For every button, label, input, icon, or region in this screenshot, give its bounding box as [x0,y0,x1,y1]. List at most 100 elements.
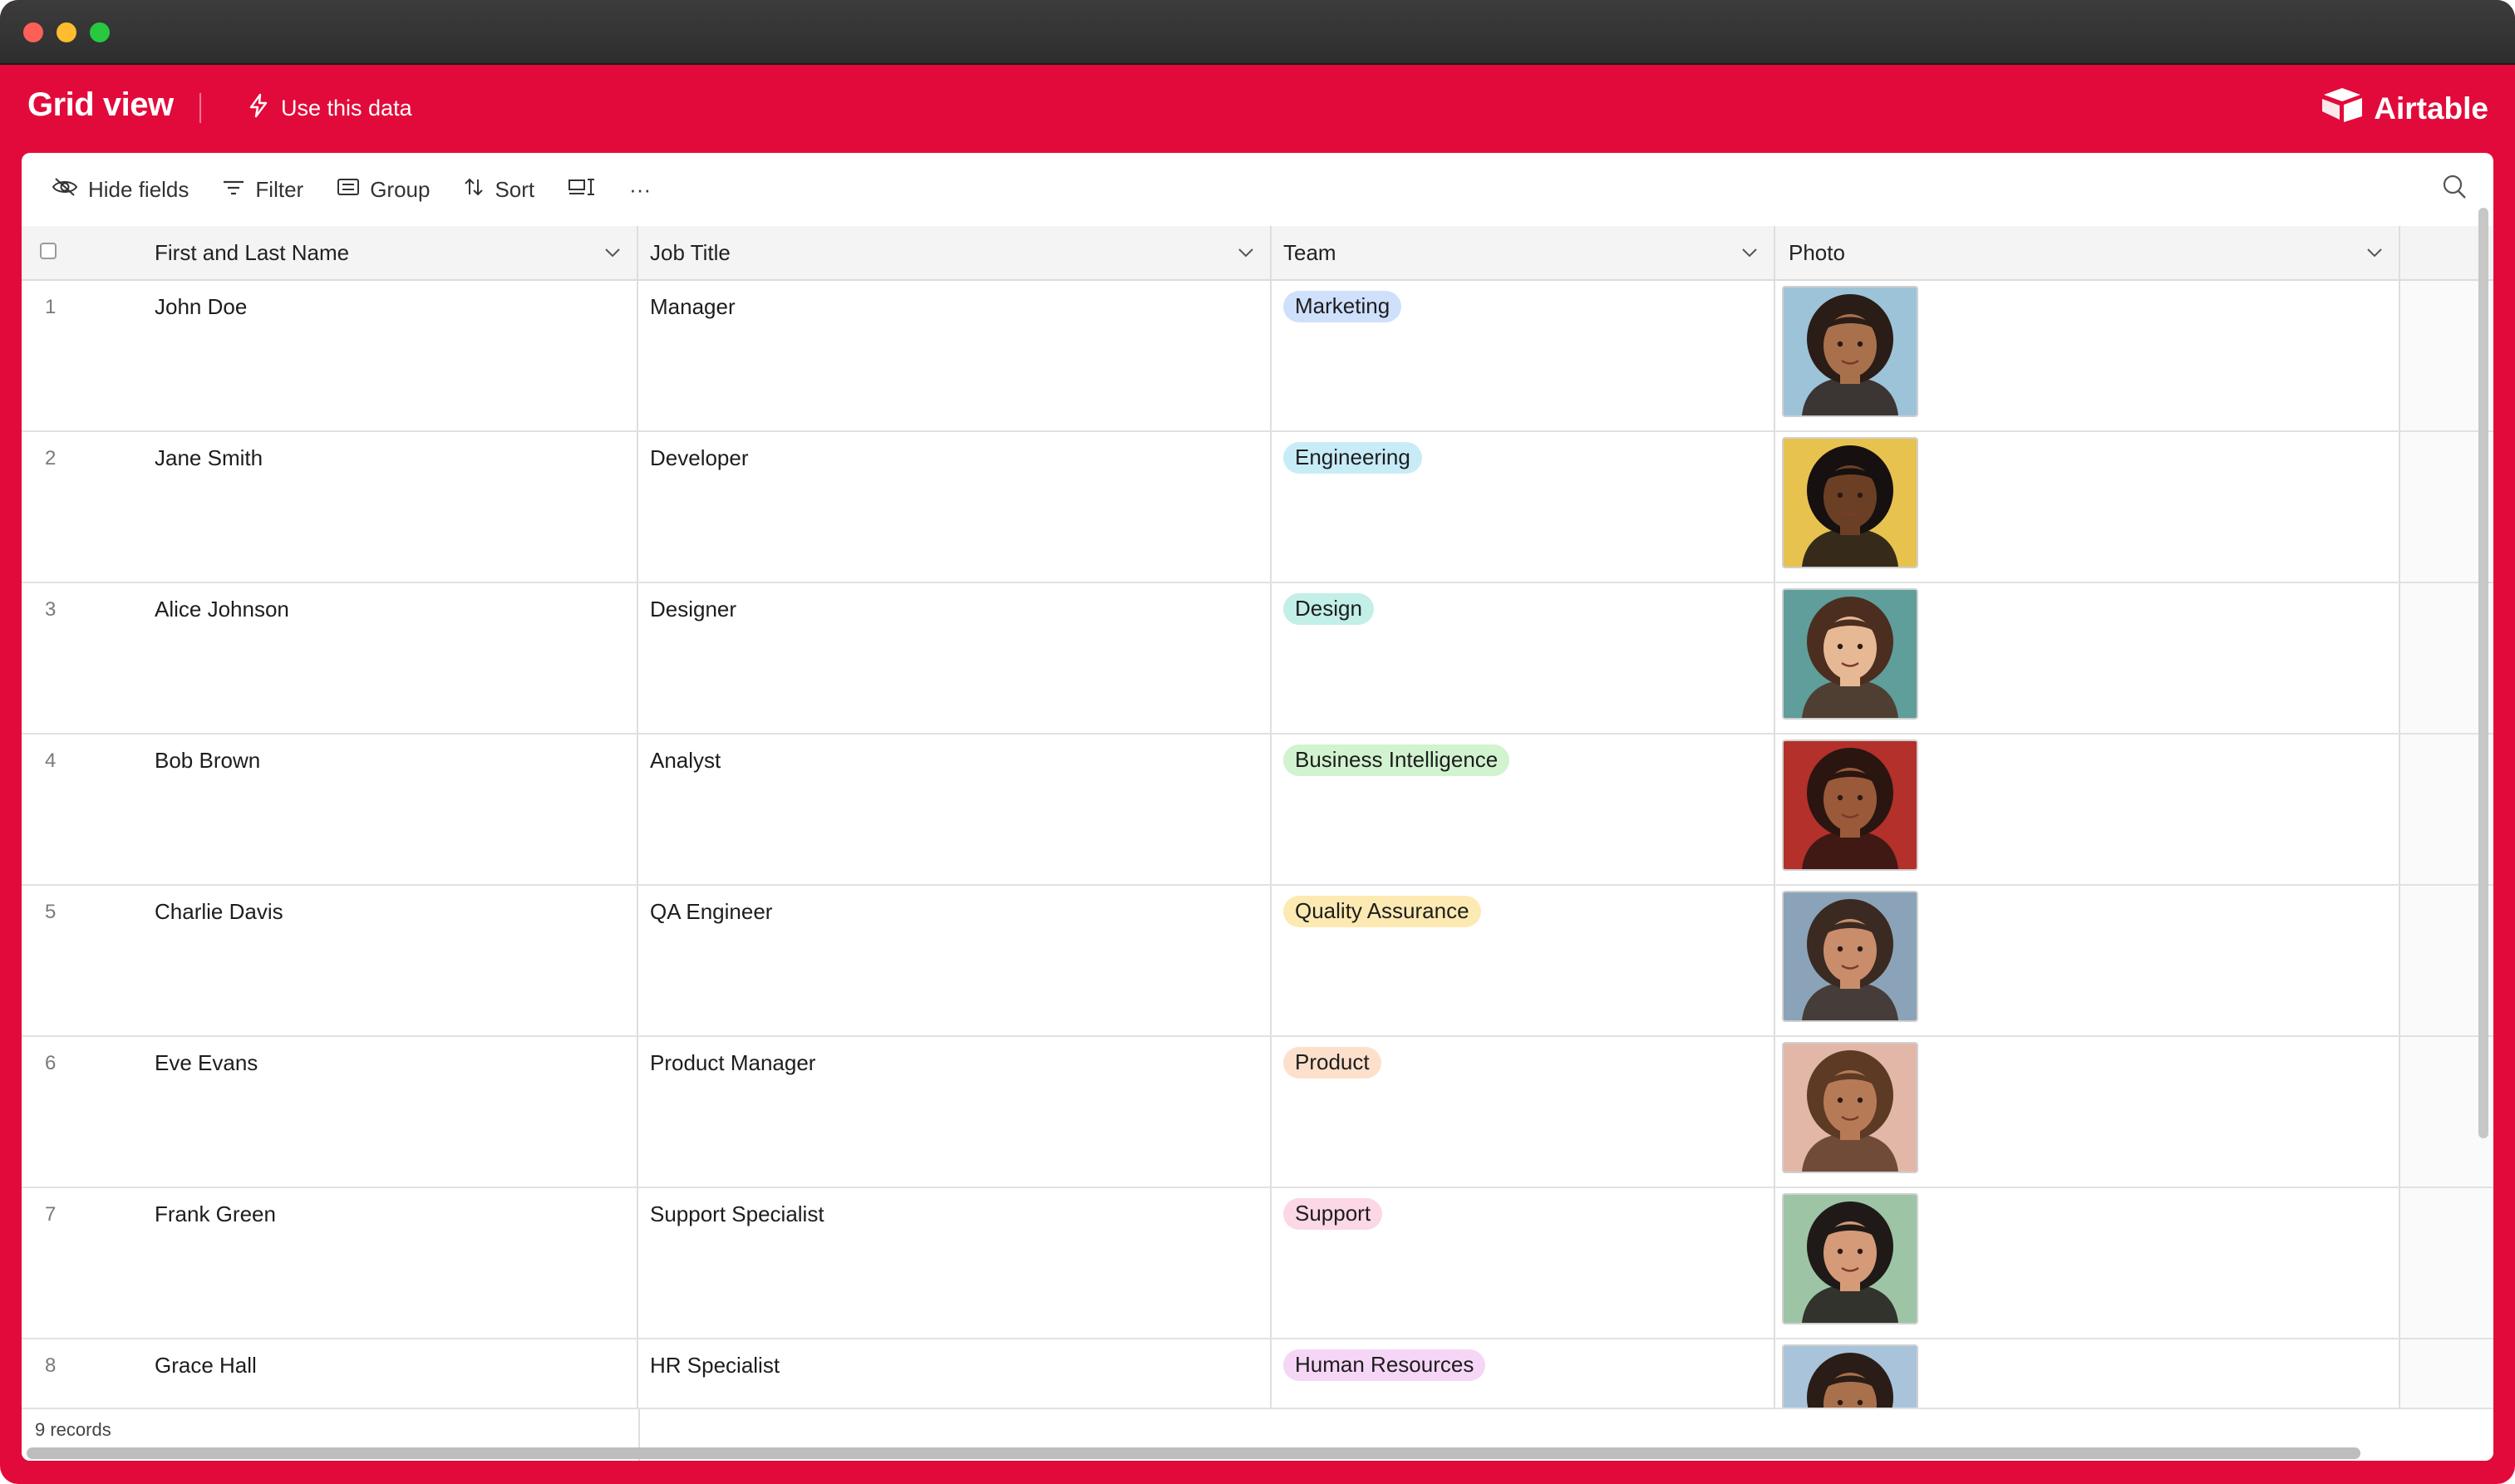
avatar[interactable] [1782,740,1918,871]
column-header-team[interactable]: Team [1272,226,1775,279]
job-title-value: Designer [650,597,737,622]
name-value: Frank Green [155,1201,276,1226]
job-title-value: Developer [650,445,749,470]
team-cell[interactable]: Business Intelligence [1272,735,1775,884]
group-button[interactable]: Group [320,166,446,213]
team-cell[interactable]: Product [1272,1037,1775,1187]
row-height-icon [568,176,596,204]
avatar-photo-icon [1784,287,1917,415]
table-row[interactable]: 8 Grace Hall HR Specialist Human Resources [22,1339,2493,1408]
table-row[interactable]: 7 Frank Green Support Specialist Support [22,1188,2493,1339]
horizontal-scrollbar[interactable] [27,1447,2360,1459]
column-header-job-title[interactable]: Job Title [638,226,1272,279]
job-title-cell[interactable]: Developer [638,432,1272,582]
chevron-down-icon[interactable] [1740,243,1759,268]
more-options-button[interactable]: ··· [613,166,667,213]
table-row[interactable]: 2 Jane Smith Developer Engineering [22,432,2493,583]
name-cell[interactable]: Jane Smith [121,432,638,582]
team-cell[interactable]: Quality Assurance [1272,886,1775,1035]
name-value: Charlie Davis [155,899,283,924]
photo-cell[interactable] [1775,1339,2400,1408]
row-number: 2 [45,447,57,469]
filter-label: Filter [255,176,304,202]
app-header: Grid view Use this data Airtable [0,65,2515,151]
avatar[interactable] [1782,286,1918,417]
close-window-button[interactable] [23,22,43,42]
sort-icon [463,176,485,204]
table-row[interactable]: 6 Eve Evans Product Manager Product [22,1037,2493,1188]
grid-header: First and Last Name Job Title Team Photo [22,226,2493,281]
photo-cell[interactable] [1775,583,2400,733]
vertical-scrollbar[interactable] [2478,208,2488,1138]
job-title-value: QA Engineer [650,899,773,924]
team-cell[interactable]: Human Resources [1272,1339,1775,1408]
photo-cell[interactable] [1775,735,2400,884]
use-this-data-label: Use this data [281,95,412,120]
column-header-photo[interactable]: Photo [1775,226,2400,279]
avatar[interactable] [1782,1344,1918,1408]
avatar-photo-icon [1784,1346,1917,1408]
photo-cell[interactable] [1775,432,2400,582]
sort-button[interactable]: Sort [446,166,551,213]
record-count: 9 records [35,1419,111,1440]
column-header-label: First and Last Name [155,239,350,265]
team-cell[interactable]: Design [1272,583,1775,733]
avatar[interactable] [1782,891,1918,1022]
team-tag: Quality Assurance [1283,896,1481,927]
group-icon [337,177,360,203]
avatar[interactable] [1782,437,1918,568]
table-row[interactable]: 1 John Doe Manager Marketing [22,281,2493,432]
sort-label: Sort [495,176,535,202]
photo-cell[interactable] [1775,886,2400,1035]
job-title-cell[interactable]: Analyst [638,735,1272,884]
table-row[interactable]: 5 Charlie Davis QA Engineer Quality Assuran… [22,886,2493,1037]
hide-fields-button[interactable]: Hide fields [35,166,205,213]
photo-cell[interactable] [1775,281,2400,430]
job-title-cell[interactable]: Product Manager [638,1037,1272,1187]
table-row[interactable]: 3 Alice Johnson Designer Design [22,583,2493,735]
row-height-button[interactable] [551,166,613,213]
row-number: 6 [45,1052,57,1074]
photo-cell[interactable] [1775,1037,2400,1187]
grid-footer: 9 records [22,1408,2493,1461]
job-title-cell[interactable]: Designer [638,583,1272,733]
name-cell[interactable]: Charlie Davis [121,886,638,1035]
job-title-cell[interactable]: Support Specialist [638,1188,1272,1338]
table-row[interactable]: 4 Bob Brown Analyst Business Intelligence [22,735,2493,886]
name-cell[interactable]: John Doe [121,281,638,430]
more-options-label: ··· [629,176,652,202]
team-cell[interactable]: Support [1272,1188,1775,1338]
name-cell[interactable]: Grace Hall [121,1339,638,1408]
minimize-window-button[interactable] [57,22,76,42]
chevron-down-icon[interactable] [1237,243,1255,268]
header-divider [199,93,201,123]
avatar[interactable] [1782,588,1918,720]
column-header-name[interactable]: First and Last Name [121,226,638,279]
empty-cell [2400,1188,2493,1338]
chevron-down-icon[interactable] [603,243,622,268]
select-all-checkbox[interactable] [40,243,57,259]
team-cell[interactable]: Marketing [1272,281,1775,430]
use-this-data-button[interactable]: Use this data [248,90,412,126]
name-cell[interactable]: Eve Evans [121,1037,638,1187]
avatar-photo-icon [1784,590,1917,718]
search-button[interactable] [2442,173,2468,205]
view-title[interactable]: Grid view [27,86,174,124]
job-title-cell[interactable]: Manager [638,281,1272,430]
avatar-photo-icon [1784,439,1917,567]
name-cell[interactable]: Frank Green [121,1188,638,1338]
chevron-down-icon[interactable] [2365,243,2384,268]
name-cell[interactable]: Alice Johnson [121,583,638,733]
avatar[interactable] [1782,1193,1918,1324]
search-icon [2442,174,2468,204]
maximize-window-button[interactable] [90,22,110,42]
job-title-cell[interactable]: HR Specialist [638,1339,1272,1408]
name-cell[interactable]: Bob Brown [121,735,638,884]
team-cell[interactable]: Engineering [1272,432,1775,582]
airtable-logo[interactable]: Airtable [2321,86,2488,130]
filter-button[interactable]: Filter [205,166,320,213]
team-tag: Human Resources [1283,1349,1486,1381]
avatar[interactable] [1782,1042,1918,1173]
job-title-cell[interactable]: QA Engineer [638,886,1272,1035]
photo-cell[interactable] [1775,1188,2400,1338]
